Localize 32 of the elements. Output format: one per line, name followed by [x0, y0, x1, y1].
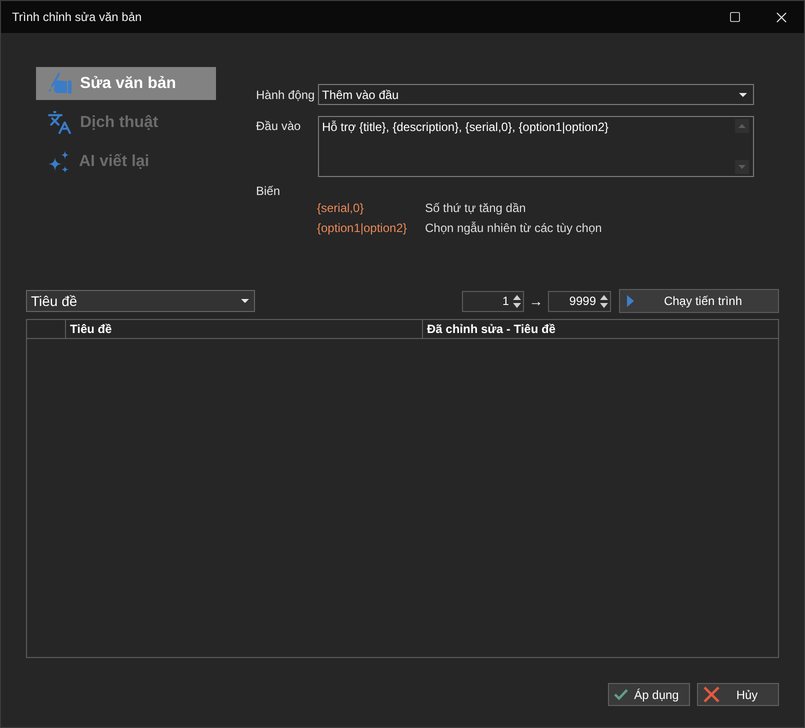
sidebar-item[interactable]: Sửa văn bản: [36, 67, 216, 100]
start-number-field[interactable]: 1: [462, 290, 524, 312]
spin-up-icon[interactable]: [600, 294, 608, 300]
writing-hand-icon: [47, 72, 72, 96]
spin-down-icon[interactable]: [600, 302, 608, 308]
maximize-icon: [729, 11, 741, 23]
range-arrow: →: [528, 293, 544, 309]
field-label: Biến: [256, 184, 282, 198]
translate-icon: [47, 110, 72, 135]
spin-up-icon[interactable]: [513, 294, 521, 300]
check-icon: [614, 689, 628, 700]
caret-icon: [739, 92, 747, 96]
end-number-field[interactable]: 9999: [548, 290, 611, 312]
column-header[interactable]: Tiêu đề: [66, 320, 423, 338]
window-title: Trình chỉnh sửa văn bản: [12, 10, 142, 24]
variable-description: Số thứ tự tăng dần: [425, 201, 527, 215]
caret-icon: [241, 299, 249, 303]
play-icon: [627, 295, 634, 307]
sparkles-icon: [47, 150, 71, 174]
variable-description: Chọn ngẫu nhiên từ các tùy chọn: [425, 221, 603, 235]
field-label: Hành động: [256, 88, 316, 102]
variable-token: {option1|option2}: [317, 221, 408, 235]
apply-button[interactable]: Áp dụng: [608, 683, 690, 706]
column-header[interactable]: Đã chỉnh sửa - Tiêu đề: [423, 320, 778, 338]
variable-token: {serial,0}: [317, 201, 365, 215]
cancel-button[interactable]: Hủy: [697, 683, 779, 706]
column-dropdown[interactable]: Tiêu đề: [26, 290, 255, 312]
run-button[interactable]: Chạy tiến trình: [619, 289, 779, 313]
spin-down-icon[interactable]: [513, 302, 521, 308]
action-dropdown[interactable]: Thêm vào đầu: [318, 84, 754, 105]
field-label: Đầu vào: [256, 118, 302, 133]
cross-icon: [703, 686, 720, 703]
